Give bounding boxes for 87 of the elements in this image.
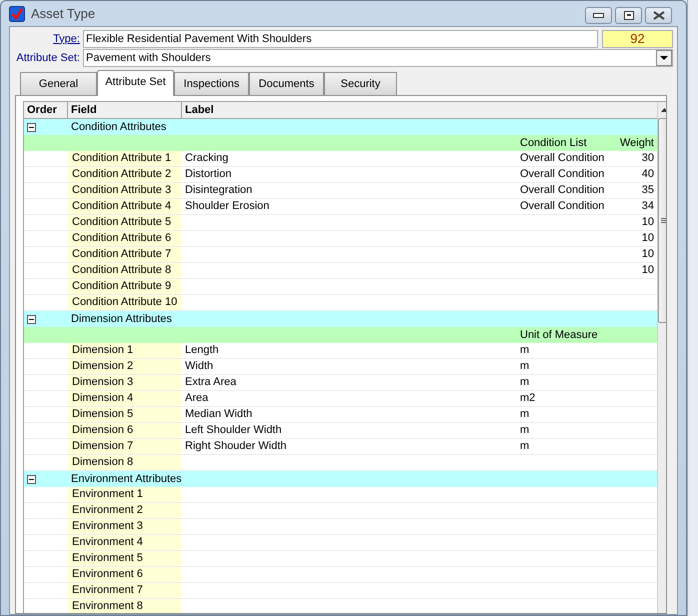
table-cell: Cracking bbox=[185, 152, 228, 164]
field-cell: Dimension 1 bbox=[68, 343, 182, 358]
field-cell: Environment 3 bbox=[68, 519, 182, 534]
table-cell: 10 bbox=[642, 264, 654, 276]
attribute-set-dropdown[interactable]: Pavement with Shoulders bbox=[82, 49, 673, 67]
table-cell: 35 bbox=[642, 184, 654, 196]
table-cell: Area bbox=[185, 392, 208, 404]
field-cell: Dimension 6 bbox=[68, 423, 182, 438]
field-cell: Dimension 7 bbox=[68, 439, 182, 454]
column-header[interactable]: Field bbox=[68, 102, 182, 118]
table-cell: Left Shoulder Width bbox=[185, 424, 282, 436]
field-cell: Condition Attribute 1 bbox=[68, 151, 182, 166]
field-cell: Environment 5 bbox=[68, 551, 182, 566]
minimize-button[interactable] bbox=[585, 7, 612, 24]
table-cell: Overall Condition bbox=[520, 152, 604, 164]
field-cell: Dimension 8 bbox=[68, 455, 182, 470]
collapse-icon[interactable] bbox=[27, 122, 36, 132]
field-cell: Dimension 4 bbox=[68, 391, 182, 406]
table-cell: m bbox=[520, 344, 530, 356]
field-cell: Condition Attribute 10 bbox=[68, 295, 182, 310]
maximize-icon bbox=[624, 11, 634, 20]
table-cell: 30 bbox=[642, 152, 654, 164]
table-cell: Width bbox=[185, 360, 214, 372]
field-cell: Environment 1 bbox=[68, 487, 182, 502]
tab[interactable]: Inspections bbox=[174, 72, 249, 95]
field-cell: Environment 7 bbox=[68, 583, 182, 598]
table-cell: m bbox=[520, 424, 530, 436]
field-cell: Environment 4 bbox=[68, 535, 182, 550]
window-title: Asset Type bbox=[31, 4, 96, 23]
minimize-icon bbox=[593, 13, 604, 18]
field-cell: Environment 8 bbox=[68, 599, 182, 613]
table-cell: Overall Condition bbox=[520, 168, 604, 180]
table-cell: 40 bbox=[642, 168, 654, 180]
close-button[interactable] bbox=[645, 7, 672, 24]
column-header[interactable]: Order bbox=[24, 102, 68, 118]
field-cell: Condition Attribute 8 bbox=[68, 263, 182, 278]
table-cell: m2 bbox=[520, 392, 536, 404]
table-cell: 10 bbox=[642, 216, 654, 228]
table-cell: 10 bbox=[642, 232, 654, 244]
checkbox-app-icon bbox=[9, 6, 25, 22]
table-cell: m bbox=[520, 360, 530, 372]
tab[interactable]: Security bbox=[324, 72, 397, 95]
collapse-icon[interactable] bbox=[27, 314, 36, 324]
table-cell: Median Width bbox=[185, 408, 252, 420]
field-cell: Dimension 3 bbox=[68, 375, 182, 390]
table-cell: m bbox=[520, 440, 530, 452]
table-cell: 34 bbox=[642, 200, 654, 212]
table-cell: Right Shouder Width bbox=[185, 440, 286, 452]
close-icon bbox=[652, 11, 664, 20]
table-cell: 10 bbox=[642, 248, 654, 260]
grip-icon bbox=[661, 218, 666, 224]
field-cell: Condition Attribute 4 bbox=[68, 199, 182, 214]
field-cell: Dimension 2 bbox=[68, 359, 182, 374]
field-cell: Condition Attribute 2 bbox=[68, 167, 182, 182]
column-subheader: Weight bbox=[620, 137, 654, 149]
table-cell: Overall Condition bbox=[520, 184, 604, 196]
field-cell: Environment 2 bbox=[68, 503, 182, 518]
table-cell: Length bbox=[185, 344, 219, 356]
table-cell: m bbox=[520, 376, 530, 388]
tab[interactable]: Attribute Set bbox=[97, 70, 174, 96]
group-title: Dimension Attributes bbox=[70, 312, 173, 327]
field-cell: Condition Attribute 5 bbox=[68, 215, 182, 230]
table-cell: m bbox=[520, 408, 530, 420]
table-cell: Disintegration bbox=[185, 184, 252, 196]
field-cell: Condition Attribute 3 bbox=[68, 183, 182, 198]
table-cell: Overall Condition bbox=[520, 200, 604, 212]
group-title: Environment Attributes bbox=[70, 472, 183, 487]
type-label: Type: bbox=[52, 32, 80, 47]
maximize-button[interactable] bbox=[615, 7, 642, 24]
field-cell: Dimension 5 bbox=[68, 407, 182, 422]
tab[interactable]: Documents bbox=[249, 72, 324, 95]
column-subheader: Unit of Measure bbox=[520, 329, 598, 341]
table-cell: Extra Area bbox=[185, 376, 236, 388]
field-cell: Condition Attribute 6 bbox=[68, 231, 182, 246]
table-cell: Shoulder Erosion bbox=[185, 200, 270, 212]
field-cell: Condition Attribute 9 bbox=[68, 279, 182, 294]
column-subheader: Condition List bbox=[520, 137, 587, 149]
column-header[interactable]: Label bbox=[182, 102, 657, 118]
tab[interactable]: General bbox=[20, 72, 97, 95]
collapse-icon[interactable] bbox=[27, 474, 36, 484]
attribute-set-label: Attribute Set: bbox=[15, 50, 80, 66]
type-field[interactable]: Flexible Residential Pavement With Shoulders bbox=[82, 30, 598, 48]
field-cell: Environment 6 bbox=[68, 567, 182, 582]
table-cell: Distortion bbox=[185, 168, 232, 180]
type-number-field: 92 bbox=[602, 30, 673, 48]
group-title: Condition Attributes bbox=[70, 120, 168, 135]
field-cell: Condition Attribute 7 bbox=[68, 247, 182, 262]
